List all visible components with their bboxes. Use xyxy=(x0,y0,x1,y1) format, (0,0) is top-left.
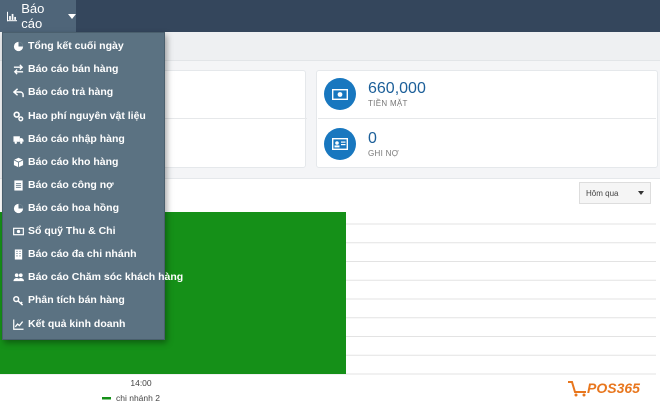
reports-menu-button[interactable]: Báo cáo xyxy=(0,0,76,32)
menu-item-label: Sổ quỹ Thu & Chi xyxy=(28,225,116,237)
cash-label: TIỀN MẶT xyxy=(368,99,408,108)
debt-label: GHI NỢ xyxy=(368,149,399,158)
line-chart-icon xyxy=(13,318,24,330)
building-icon xyxy=(14,248,23,260)
menu-item-7[interactable]: Báo cáo công nợ xyxy=(3,174,164,196)
reply-icon xyxy=(13,87,24,97)
summary-card-left xyxy=(153,70,307,168)
menu-item-2[interactable]: Báo cáo bán hàng xyxy=(3,58,164,80)
menu-item-3[interactable]: Báo cáo trả hàng xyxy=(3,81,164,103)
cogs-icon xyxy=(13,110,24,121)
card-divider xyxy=(154,118,307,119)
bar-chart-icon xyxy=(7,11,18,21)
menu-item-12[interactable]: Phân tích bán hàng xyxy=(3,289,164,311)
debt-value: 0 xyxy=(368,130,377,147)
money-icon xyxy=(332,88,348,100)
reports-menu-label: Báo cáo xyxy=(21,1,45,31)
menu-item-8[interactable]: Báo cáo hoa hồng xyxy=(3,197,164,219)
menu-item-label: Báo cáo công nợ xyxy=(28,179,114,191)
x-tick-label: 14:00 xyxy=(130,378,152,388)
menu-item-13[interactable]: Kết quả kinh doanh xyxy=(3,313,164,335)
cube-icon xyxy=(13,157,24,167)
menu-item-label: Tổng kết cuối ngày xyxy=(28,40,124,52)
debt-stat-circle xyxy=(324,128,356,160)
menu-item-label: Báo cáo Chăm sóc khách hàng xyxy=(28,271,184,283)
menu-item-label: Báo cáo nhập hàng xyxy=(28,133,125,145)
id-card-icon xyxy=(332,138,348,150)
menu-item-label: Báo cáo đa chi nhánh xyxy=(28,248,137,260)
exchange-icon xyxy=(13,63,24,75)
caret-down-icon xyxy=(68,13,76,19)
reports-dropdown-menu: Tổng kết cuối ngày Báo cáo bán hàng Báo cá… xyxy=(2,32,183,340)
menu-item-label: Báo cáo trả hàng xyxy=(28,86,114,98)
menu-item-11[interactable]: Báo cáo Chăm sóc khách hàng xyxy=(3,266,183,288)
menu-item-label: Phân tích bán hàng xyxy=(28,294,125,306)
legend-label: chi nhánh 2 xyxy=(116,393,160,403)
menu-item-label: Kết quả kinh doanh xyxy=(28,318,126,330)
logo-text: POS365 xyxy=(587,380,640,396)
menu-item-label: Báo cáo kho hàng xyxy=(28,156,119,168)
card-divider xyxy=(318,118,656,119)
legend-swatch xyxy=(102,397,111,400)
truck-icon xyxy=(13,135,24,144)
cash-stat-circle xyxy=(324,78,356,110)
menu-item-5[interactable]: Báo cáo nhập hàng xyxy=(3,128,164,150)
menu-item-label: Báo cáo hoa hồng xyxy=(28,202,120,214)
top-navbar xyxy=(0,0,660,32)
menu-item-10[interactable]: Báo cáo đa chi nhánh xyxy=(3,243,164,265)
key-icon xyxy=(13,295,24,306)
pie-chart-icon xyxy=(13,41,24,51)
users-icon xyxy=(13,272,24,281)
menu-item-label: Hao phí nguyên vật liệu xyxy=(28,110,146,122)
menu-item-6[interactable]: Báo cáo kho hàng xyxy=(3,151,164,173)
menu-item-4[interactable]: Hao phí nguyên vật liệu xyxy=(3,105,164,127)
menu-item-label: Báo cáo bán hàng xyxy=(28,63,119,75)
document-icon xyxy=(14,179,23,191)
cash-value: 660,000 xyxy=(368,80,426,97)
money-icon xyxy=(13,227,24,235)
menu-item-9[interactable]: Sổ quỹ Thu & Chi xyxy=(3,220,164,242)
pie-chart-icon xyxy=(13,203,24,213)
menu-item-1[interactable]: Tổng kết cuối ngày xyxy=(3,35,164,57)
pos365-logo: POS365 xyxy=(568,380,640,397)
cart-icon xyxy=(568,381,586,393)
